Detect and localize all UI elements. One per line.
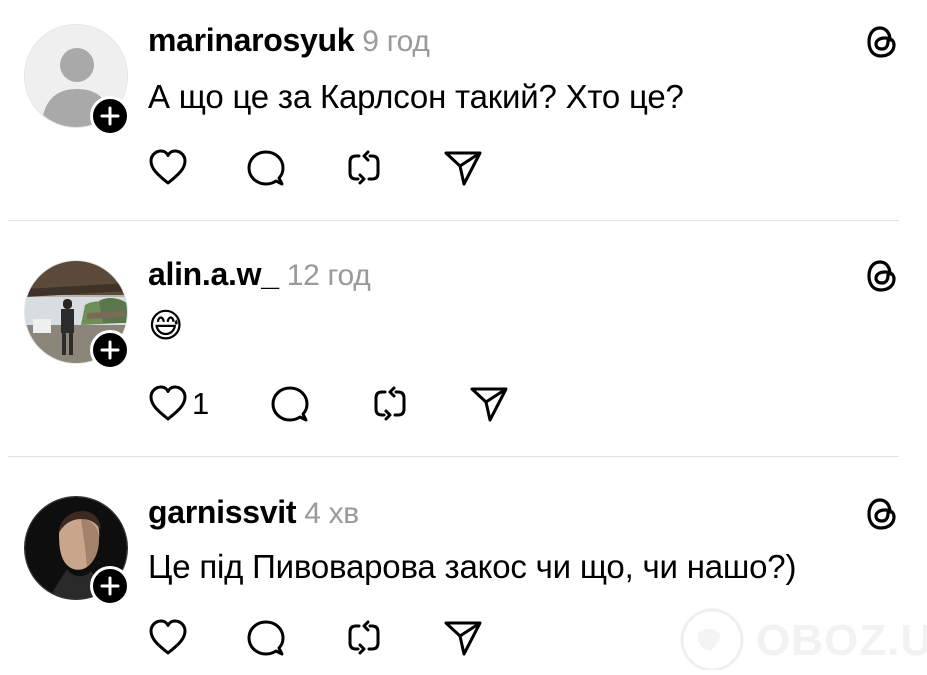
repost-icon — [348, 150, 380, 185]
divider — [8, 456, 899, 457]
like-button[interactable]: 1 — [148, 384, 209, 424]
repost-icon — [348, 620, 380, 655]
username[interactable]: marinarosyuk 9 год — [148, 22, 430, 59]
like-count: 1 — [192, 386, 210, 421]
like-button[interactable] — [148, 148, 188, 188]
post-emoji: 😅 — [148, 307, 184, 345]
post-time: 4 хв — [304, 497, 359, 530]
plus-icon — [100, 340, 120, 360]
share-button[interactable] — [442, 618, 484, 658]
repost-icon — [374, 386, 406, 421]
username[interactable]: garnissvit 4 хв — [148, 494, 359, 531]
post-time: 12 год — [286, 259, 371, 292]
reply-button[interactable] — [270, 384, 310, 424]
repost-button[interactable] — [344, 618, 384, 658]
comment-icon — [247, 620, 285, 656]
repost-button[interactable] — [344, 148, 384, 188]
comment-icon — [271, 386, 309, 422]
heart-icon — [149, 385, 187, 421]
divider — [8, 220, 899, 221]
heart-icon — [149, 149, 187, 185]
threads-icon[interactable] — [862, 22, 902, 62]
post-text: А що це за Карлсон такий? Хто це? — [148, 78, 684, 115]
like-button[interactable] — [148, 618, 188, 658]
heart-icon — [149, 619, 187, 655]
plus-icon — [100, 106, 120, 126]
reply-button[interactable] — [246, 618, 286, 658]
watermark-logo: OBOZ.UA — [676, 604, 927, 672]
send-icon — [444, 151, 482, 186]
username-text[interactable]: alin.a.w_ — [148, 256, 279, 292]
username-text[interactable]: garnissvit — [148, 494, 296, 530]
send-icon — [470, 387, 508, 422]
username-text[interactable]: marinarosyuk — [148, 22, 355, 58]
follow-button[interactable] — [90, 330, 130, 370]
send-icon — [444, 621, 482, 656]
watermark-text: OBOZ.UA — [756, 616, 927, 665]
username[interactable]: alin.a.w_ 12 год — [148, 256, 371, 293]
reply-button[interactable] — [246, 148, 286, 188]
threads-icon[interactable] — [862, 256, 902, 296]
repost-button[interactable] — [370, 384, 410, 424]
plus-icon — [100, 576, 120, 596]
threads-icon[interactable] — [862, 494, 902, 534]
comment-icon — [247, 150, 285, 186]
post-text: Це під Пивоварова закос чи що, чи нашо?) — [148, 548, 797, 585]
post-time: 9 год — [362, 25, 430, 58]
share-button[interactable] — [468, 384, 510, 424]
globe-icon — [680, 608, 744, 672]
share-button[interactable] — [442, 148, 484, 188]
follow-button[interactable] — [90, 96, 130, 136]
follow-button[interactable] — [90, 566, 130, 606]
